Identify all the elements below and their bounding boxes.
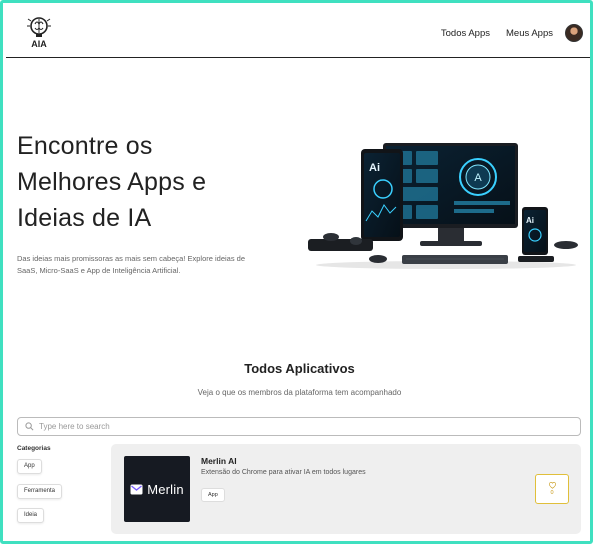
svg-text:Ai: Ai	[526, 216, 534, 225]
app-logo: Merlin	[124, 456, 190, 522]
category-chip-ideia[interactable]: Ideia	[17, 508, 45, 523]
category-chip-app[interactable]: App	[17, 459, 42, 474]
search-icon	[25, 422, 34, 431]
like-button[interactable]: 0	[535, 474, 569, 504]
search-bar	[17, 417, 581, 436]
category-chip-ferramenta[interactable]: Ferramenta	[17, 484, 63, 499]
page-frame: AIA Todos Apps Meus Apps Encontre os Mel…	[0, 0, 593, 544]
section-subtitle: Veja o que os membros da plataforma tem …	[197, 388, 402, 397]
like-count: 0	[550, 490, 554, 496]
user-avatar[interactable]	[565, 24, 583, 42]
hero-title-line-3: Ideias de IA	[17, 204, 152, 232]
svg-text:A: A	[474, 172, 482, 184]
search-input[interactable]	[39, 422, 559, 431]
svg-text:Ai: Ai	[369, 162, 380, 174]
logo-text: AIA	[31, 39, 47, 49]
app-name[interactable]: Merlin AI	[201, 456, 237, 466]
categories-title: Categorias	[17, 445, 51, 452]
ai-devices-illustration: A Ai Ai	[308, 143, 578, 269]
app-card[interactable]: Merlin Merlin AI Extensão do Chrome para…	[111, 444, 581, 534]
hero-title: Encontre os Melhores Apps e Ideias de IA	[17, 128, 247, 236]
hero-title-line-2: Melhores Apps e	[17, 168, 207, 196]
hero-subtitle: Das ideias mais promissoras as mais sem …	[17, 254, 246, 275]
top-navbar: AIA Todos Apps Meus Apps	[6, 6, 590, 58]
nav-link-meus-apps[interactable]: Meus Apps	[506, 28, 553, 39]
heart-icon	[548, 482, 556, 489]
nav-link-todos-apps[interactable]: Todos Apps	[441, 28, 490, 39]
app-category-tag: App	[201, 488, 225, 502]
hero-title-line-1: Encontre os	[17, 132, 153, 160]
nav-menu: Todos Apps Meus Apps	[441, 20, 583, 46]
section-title: Todos Aplicativos	[244, 361, 355, 376]
brain-lightbulb-logo-icon[interactable]: AIA	[26, 15, 52, 49]
app-description: Extensão do Chrome para ativar IA em tod…	[201, 469, 366, 476]
merlin-mail-icon	[130, 484, 143, 494]
app-logo-text: Merlin	[147, 481, 184, 497]
